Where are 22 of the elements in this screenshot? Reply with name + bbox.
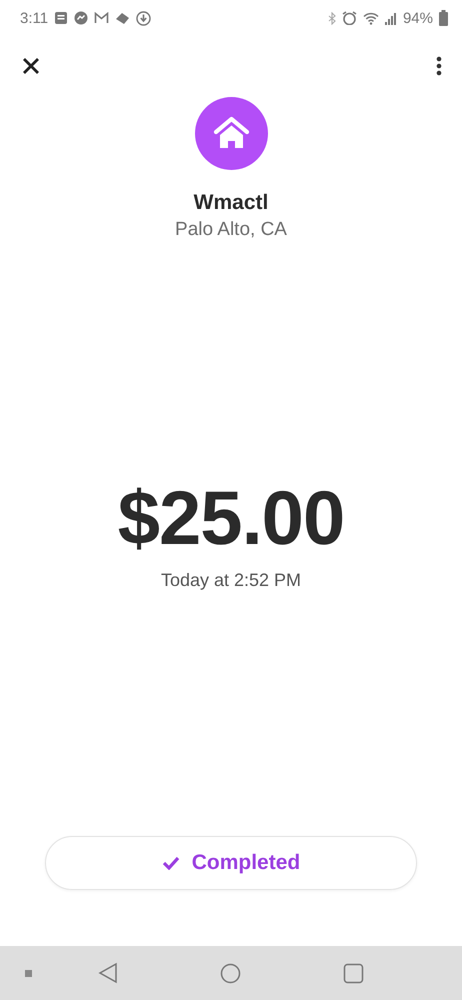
close-icon[interactable] <box>22 57 40 75</box>
download-circle-icon <box>136 10 152 26</box>
clock-time: 3:11 <box>20 10 48 26</box>
back-icon[interactable] <box>98 962 118 984</box>
merchant-location: Palo Alto, CA <box>175 219 287 241</box>
mail-icon <box>94 12 110 24</box>
notification-icon <box>54 11 68 25</box>
wifi-icon <box>362 12 379 24</box>
signal-icon <box>384 12 397 24</box>
bluetooth-icon <box>328 12 336 24</box>
payment-timestamp: Today at 2:52 PM <box>160 570 302 591</box>
merchant-avatar-icon <box>194 97 268 170</box>
home-icon[interactable] <box>220 962 241 984</box>
chat-bubble-icon <box>74 11 88 25</box>
alarm-icon <box>342 11 357 25</box>
merchant-name: Wmactl <box>194 191 268 215</box>
checkmark-icon <box>162 856 180 870</box>
battery-percent: 94% <box>402 10 433 26</box>
payment-amount: $25.00 <box>118 481 344 557</box>
more-options-icon[interactable] <box>436 56 442 76</box>
battery-icon <box>439 10 448 26</box>
recent-apps-icon[interactable] <box>343 962 364 984</box>
